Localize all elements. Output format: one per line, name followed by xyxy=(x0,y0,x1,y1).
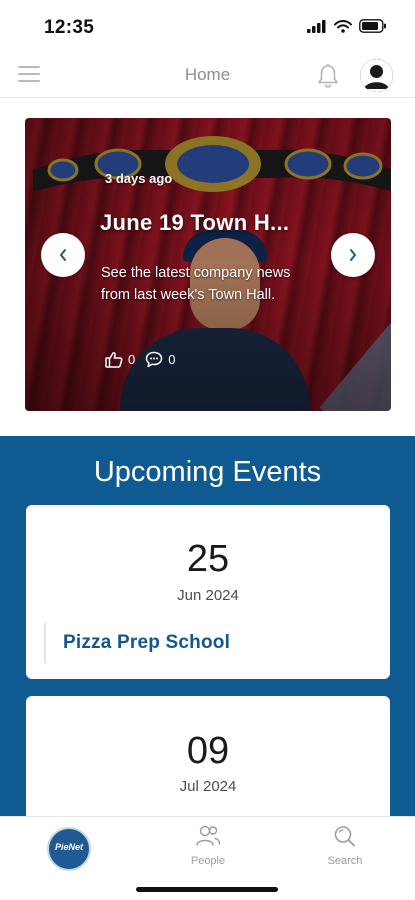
news-stats: 0 0 xyxy=(105,351,185,368)
chevron-left-icon xyxy=(60,249,66,261)
hamburger-icon-line xyxy=(18,66,40,68)
pienet-logo-text: PieNet xyxy=(54,842,83,852)
nav-search[interactable]: Search xyxy=(300,825,390,867)
battery-icon xyxy=(359,19,386,33)
carousel-next-button[interactable] xyxy=(331,233,375,277)
event-name-container: Pizza Prep School xyxy=(44,623,230,663)
hamburger-icon-line xyxy=(18,80,40,82)
bell-icon[interactable] xyxy=(316,63,340,89)
status-time: 12:35 xyxy=(44,17,95,38)
comment-stat[interactable]: 0 xyxy=(145,351,175,368)
status-icons xyxy=(307,19,387,33)
like-stat[interactable]: 0 xyxy=(105,351,135,368)
event-day: 09 xyxy=(186,730,230,772)
event-card[interactable]: 25 Jun 2024 Pizza Prep School xyxy=(26,505,390,679)
nav-people-label: People xyxy=(190,855,226,867)
wifi-icon xyxy=(334,19,352,33)
page-title: Home xyxy=(184,65,231,84)
bottom-nav: PieNet People Search xyxy=(0,816,415,900)
event-name[interactable]: Pizza Prep School xyxy=(63,632,230,654)
app-header: Home xyxy=(0,54,415,98)
signal-icon xyxy=(307,19,326,33)
thumbs-up-icon xyxy=(105,352,123,368)
event-month: Jul 2024 xyxy=(179,778,237,795)
search-icon xyxy=(334,826,355,847)
nav-people[interactable]: People xyxy=(163,825,253,867)
hamburger-icon-line xyxy=(18,73,40,75)
user-icon xyxy=(360,59,393,92)
chevron-right-icon xyxy=(350,249,356,261)
events-heading: Upcoming Events xyxy=(93,456,322,488)
comment-icon xyxy=(145,351,163,368)
upcoming-events-section: Upcoming Events 25 Jun 2024 Pizza Prep S… xyxy=(0,436,415,816)
profile-avatar-button[interactable] xyxy=(360,59,393,92)
comment-count: 0 xyxy=(168,352,176,367)
status-bar: 12:35 xyxy=(0,0,415,54)
like-count: 0 xyxy=(128,352,136,367)
carousel-prev-button[interactable] xyxy=(41,233,85,277)
event-day: 25 xyxy=(186,538,230,580)
news-description: See the latest company news from last we… xyxy=(101,265,291,303)
news-date: 3 days ago xyxy=(105,171,173,186)
nav-home[interactable]: PieNet xyxy=(24,827,114,876)
event-card[interactable]: 09 Jul 2024 xyxy=(26,696,390,816)
pienet-logo: PieNet xyxy=(47,827,91,871)
people-icon xyxy=(196,825,221,846)
nav-search-label: Search xyxy=(327,855,363,867)
news-title[interactable]: June 19 Town H... xyxy=(100,210,289,236)
event-month: Jun 2024 xyxy=(177,587,239,604)
screen: 12:35 Home 3 days ago June 19 Town H... … xyxy=(0,0,415,900)
menu-button[interactable] xyxy=(18,66,40,84)
home-indicator[interactable] xyxy=(136,887,278,892)
